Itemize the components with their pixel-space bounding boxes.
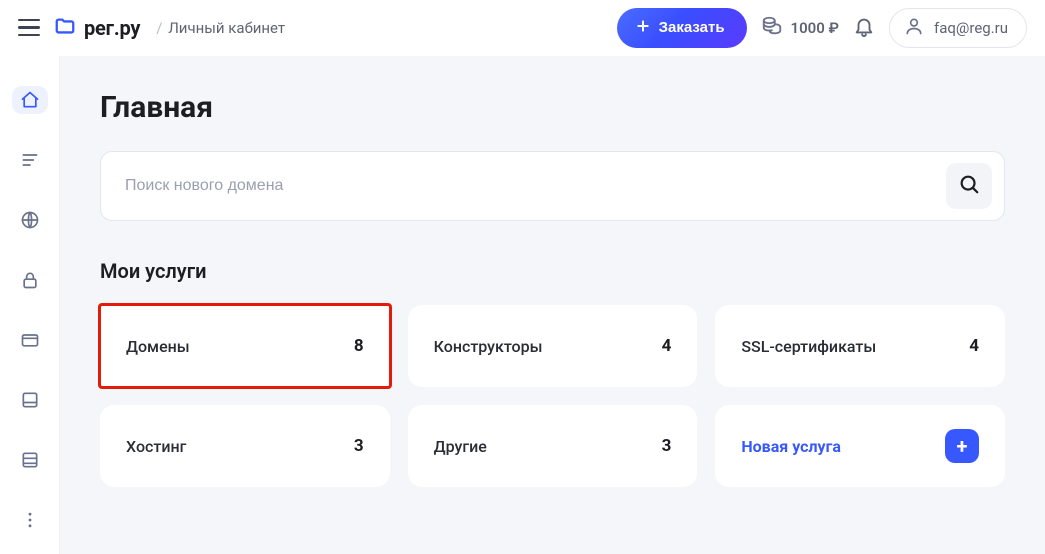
logo[interactable]: рег.ру xyxy=(54,15,140,41)
service-card-label: SSL-сертификаты xyxy=(741,337,876,356)
sidebar-item-server[interactable] xyxy=(12,386,48,414)
service-card-count: 8 xyxy=(354,336,364,356)
order-button[interactable]: Заказать xyxy=(617,8,747,48)
balance[interactable]: 1000 ₽ xyxy=(761,15,839,41)
service-card-label: Конструкторы xyxy=(434,337,543,356)
user-icon xyxy=(904,16,924,40)
order-button-label: Заказать xyxy=(659,19,725,36)
service-card-new[interactable]: Новая услуга + xyxy=(715,405,1005,487)
service-card-hosting[interactable]: Хостинг 3 xyxy=(100,405,390,487)
service-card-label: Другие xyxy=(434,437,487,456)
service-card-label: Новая услуга xyxy=(741,437,841,456)
folder-icon xyxy=(54,15,76,41)
sidebar-item-globe[interactable] xyxy=(12,206,48,234)
service-card-count: 4 xyxy=(662,336,672,356)
services-title: Мои услуги xyxy=(100,259,1005,283)
sidebar xyxy=(0,56,60,554)
services-grid: Домены 8 Конструкторы 4 SSL-сертификаты … xyxy=(100,305,1005,487)
logo-text: рег.ру xyxy=(84,16,140,40)
balance-amount: 1000 ₽ xyxy=(791,19,839,37)
service-card-domains[interactable]: Домены 8 xyxy=(100,305,390,387)
menu-icon[interactable] xyxy=(18,19,40,37)
main-content: Главная Мои услуги Домены 8 Конструкторы… xyxy=(60,56,1045,554)
sidebar-item-storage[interactable] xyxy=(12,446,48,474)
breadcrumb: Личный кабинет xyxy=(156,19,285,37)
service-card-ssl[interactable]: SSL-сертификаты 4 xyxy=(715,305,1005,387)
sidebar-item-home[interactable] xyxy=(12,86,48,114)
service-card-other[interactable]: Другие 3 xyxy=(408,405,698,487)
service-card-builders[interactable]: Конструкторы 4 xyxy=(408,305,698,387)
search-button[interactable] xyxy=(946,163,992,209)
search-icon xyxy=(958,173,980,199)
service-card-count: 4 xyxy=(969,336,979,356)
plus-icon xyxy=(635,18,651,38)
sidebar-item-more[interactable] xyxy=(12,506,48,534)
header-bar: рег.ру Личный кабинет Заказать 1000 ₽ fa… xyxy=(0,0,1045,56)
search-input[interactable] xyxy=(125,177,946,195)
sidebar-item-list[interactable] xyxy=(12,146,48,174)
service-card-count: 3 xyxy=(662,436,672,456)
page-title: Главная xyxy=(100,90,1005,125)
coins-icon xyxy=(761,15,783,41)
domain-search xyxy=(100,151,1005,221)
user-email: faq@reg.ru xyxy=(934,19,1008,37)
plus-icon: + xyxy=(945,429,979,463)
service-card-label: Хостинг xyxy=(126,437,186,456)
sidebar-item-card[interactable] xyxy=(12,326,48,354)
user-menu[interactable]: faq@reg.ru xyxy=(889,8,1027,48)
bell-icon[interactable] xyxy=(853,15,875,41)
service-card-count: 3 xyxy=(354,436,364,456)
sidebar-item-lock[interactable] xyxy=(12,266,48,294)
service-card-label: Домены xyxy=(126,337,190,356)
